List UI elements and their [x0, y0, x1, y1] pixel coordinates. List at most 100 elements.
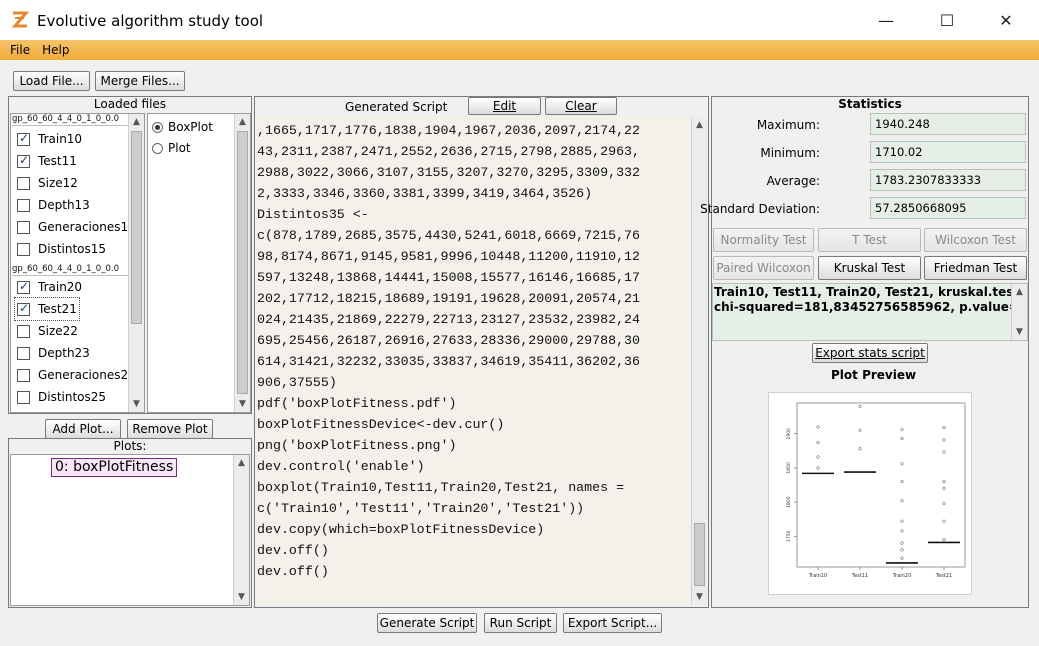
file-item-size12[interactable]: Size12: [17, 172, 78, 194]
close-button[interactable]: ✕: [983, 0, 1029, 40]
scroll-down-icon[interactable]: ▼: [1012, 324, 1027, 339]
export-script-button[interactable]: Export Script...: [563, 613, 662, 633]
menu-bar: File Help: [0, 40, 1039, 60]
file-item-test21[interactable]: Test21: [14, 297, 80, 321]
plot-type-label: BoxPlot: [168, 120, 213, 134]
file-item-label: Train10: [38, 132, 83, 146]
result-scrollbar[interactable]: ▲ ▼: [1011, 284, 1027, 340]
plot-type-scrollbar[interactable]: ▲ ▼: [234, 114, 250, 412]
generate-script-button[interactable]: Generate Script: [377, 613, 477, 633]
checkbox[interactable]: [17, 301, 30, 316]
scroll-down-icon[interactable]: ▼: [692, 589, 707, 604]
file-item-label: Size22: [38, 324, 78, 338]
add-plot-button[interactable]: Add Plot...: [45, 419, 121, 439]
clear-button[interactable]: Clear: [545, 97, 617, 115]
file-item-depth13[interactable]: Depth13: [17, 194, 90, 216]
scroll-up-icon[interactable]: ▲: [234, 455, 249, 470]
plot-type-boxplot[interactable]: BoxPlot: [152, 117, 213, 137]
outlier-point: [858, 447, 862, 451]
checkbox[interactable]: [17, 368, 30, 382]
scroll-down-icon[interactable]: ▼: [234, 589, 249, 604]
file-item-label: Train20: [38, 280, 83, 294]
scroll-down-icon[interactable]: ▼: [235, 396, 250, 411]
file-list-scrollbar[interactable]: ▲ ▼: [128, 114, 144, 412]
file-item-generaciones14[interactable]: Generaciones14: [17, 216, 136, 238]
maximize-button[interactable]: ☐: [924, 0, 970, 40]
checkbox[interactable]: [17, 198, 30, 212]
outlier-point: [816, 455, 820, 459]
checkbox[interactable]: [17, 131, 30, 146]
paired-wilcoxon-button[interactable]: Paired Wilcoxon: [713, 256, 814, 280]
radio-button[interactable]: [152, 121, 163, 133]
plots-panel: Plots: 0: boxPlotFitness ▲ ▼: [8, 438, 252, 608]
file-item-label: Test21: [38, 302, 77, 316]
script-line: 202,17712,18215,18689,19191,19628,20091,…: [257, 291, 641, 306]
scroll-thumb[interactable]: [694, 523, 705, 586]
boxplot-chart: 1750 1800 1850 1900 Train10 Test11 Train20 Test…: [786, 402, 966, 579]
file-item-label: Distintos25: [38, 390, 107, 404]
file-item-train20[interactable]: Train20: [17, 276, 82, 298]
file-item-distintos25[interactable]: Distintos25: [17, 386, 106, 408]
checkbox[interactable]: [17, 153, 30, 168]
checkbox[interactable]: [17, 390, 30, 404]
file-group-header: gp_60_60_4_4_0_1_0_0.0: [12, 114, 130, 126]
scroll-up-icon[interactable]: ▲: [1012, 284, 1027, 299]
menu-help[interactable]: Help: [36, 43, 75, 57]
checkbox[interactable]: [17, 176, 30, 190]
checkbox[interactable]: [17, 242, 30, 256]
checkbox[interactable]: [17, 279, 30, 294]
test-result-area[interactable]: Train10, Test11, Train20, Test21, kruska…: [712, 283, 1028, 341]
scroll-thumb[interactable]: [237, 131, 248, 394]
plot-type-label: Plot: [168, 141, 191, 155]
script-line: Distintos35 <-: [257, 207, 369, 222]
file-item-label: Generaciones14: [38, 220, 136, 234]
outlier-point: [942, 450, 946, 454]
load-file-button[interactable]: Load File...: [13, 71, 90, 91]
file-item-label: Test11: [38, 154, 77, 168]
scroll-thumb[interactable]: [131, 131, 142, 324]
friedman-test-button[interactable]: Friedman Test: [924, 256, 1027, 280]
wilcoxon-test-button[interactable]: Wilcoxon Test: [924, 228, 1027, 252]
scroll-down-icon[interactable]: ▼: [129, 396, 144, 411]
normality-test-button[interactable]: Normality Test: [713, 228, 814, 252]
checkbox[interactable]: [17, 220, 30, 234]
file-item-depth23[interactable]: Depth23: [17, 342, 90, 364]
title-bar: Evolutive algorithm study tool — ☐ ✕: [0, 0, 1039, 40]
remove-plot-button[interactable]: Remove Plot: [127, 419, 213, 439]
script-scrollbar[interactable]: ▲ ▼: [691, 117, 707, 605]
file-item-test11[interactable]: Test11: [17, 150, 77, 172]
checkbox[interactable]: [17, 346, 30, 360]
scroll-up-icon[interactable]: ▲: [129, 114, 144, 129]
file-item-generaciones24[interactable]: Generaciones24: [17, 364, 136, 386]
run-script-button[interactable]: Run Script: [484, 613, 557, 633]
outlier-point: [858, 404, 862, 408]
scroll-up-icon[interactable]: ▲: [235, 114, 250, 129]
outlier-point: [858, 428, 862, 432]
menu-file[interactable]: File: [4, 43, 36, 57]
merge-files-button[interactable]: Merge Files...: [95, 71, 185, 91]
minimize-button[interactable]: —: [863, 0, 909, 40]
loaded-files-panel: Loaded files gp_60_60_4_4_0_1_0_0.0 Trai…: [8, 96, 252, 414]
export-stats-button[interactable]: Export stats script: [812, 343, 928, 363]
script-line: c(878,1789,2685,3575,4430,5241,6018,6669…: [257, 228, 641, 243]
plots-list[interactable]: 0: boxPlotFitness ▲ ▼: [10, 454, 250, 606]
radio-button[interactable]: [152, 142, 163, 154]
plot-type-list[interactable]: BoxPlot Plot ▲ ▼: [147, 113, 251, 413]
script-line: dev.copy(which=boxPlotFitnessDevice): [257, 522, 545, 537]
plots-scrollbar[interactable]: ▲ ▼: [233, 455, 249, 605]
script-line: boxPlotFitnessDevice<-dev.cur(): [257, 417, 505, 432]
edit-button[interactable]: Edit: [468, 97, 541, 115]
file-item-distintos15[interactable]: Distintos15: [17, 238, 106, 260]
file-item-size22[interactable]: Size22: [17, 320, 78, 342]
plot-type-plot[interactable]: Plot: [152, 138, 191, 158]
file-item-train10[interactable]: Train10: [17, 128, 82, 150]
script-editor[interactable]: ,1665,1717,1776,1838,1904,1967,2036,2097…: [257, 117, 691, 605]
t-test-button[interactable]: T Test: [818, 228, 921, 252]
kruskal-test-button[interactable]: Kruskal Test: [818, 256, 921, 280]
checkbox[interactable]: [17, 324, 30, 338]
file-list[interactable]: gp_60_60_4_4_0_1_0_0.0 Train10 Test11 Si…: [10, 113, 145, 413]
plot-item[interactable]: 0: boxPlotFitness: [51, 458, 178, 477]
y-tick-label: 1800: [786, 496, 792, 508]
average-label: Average:: [766, 174, 820, 188]
outlier-point: [816, 441, 820, 445]
